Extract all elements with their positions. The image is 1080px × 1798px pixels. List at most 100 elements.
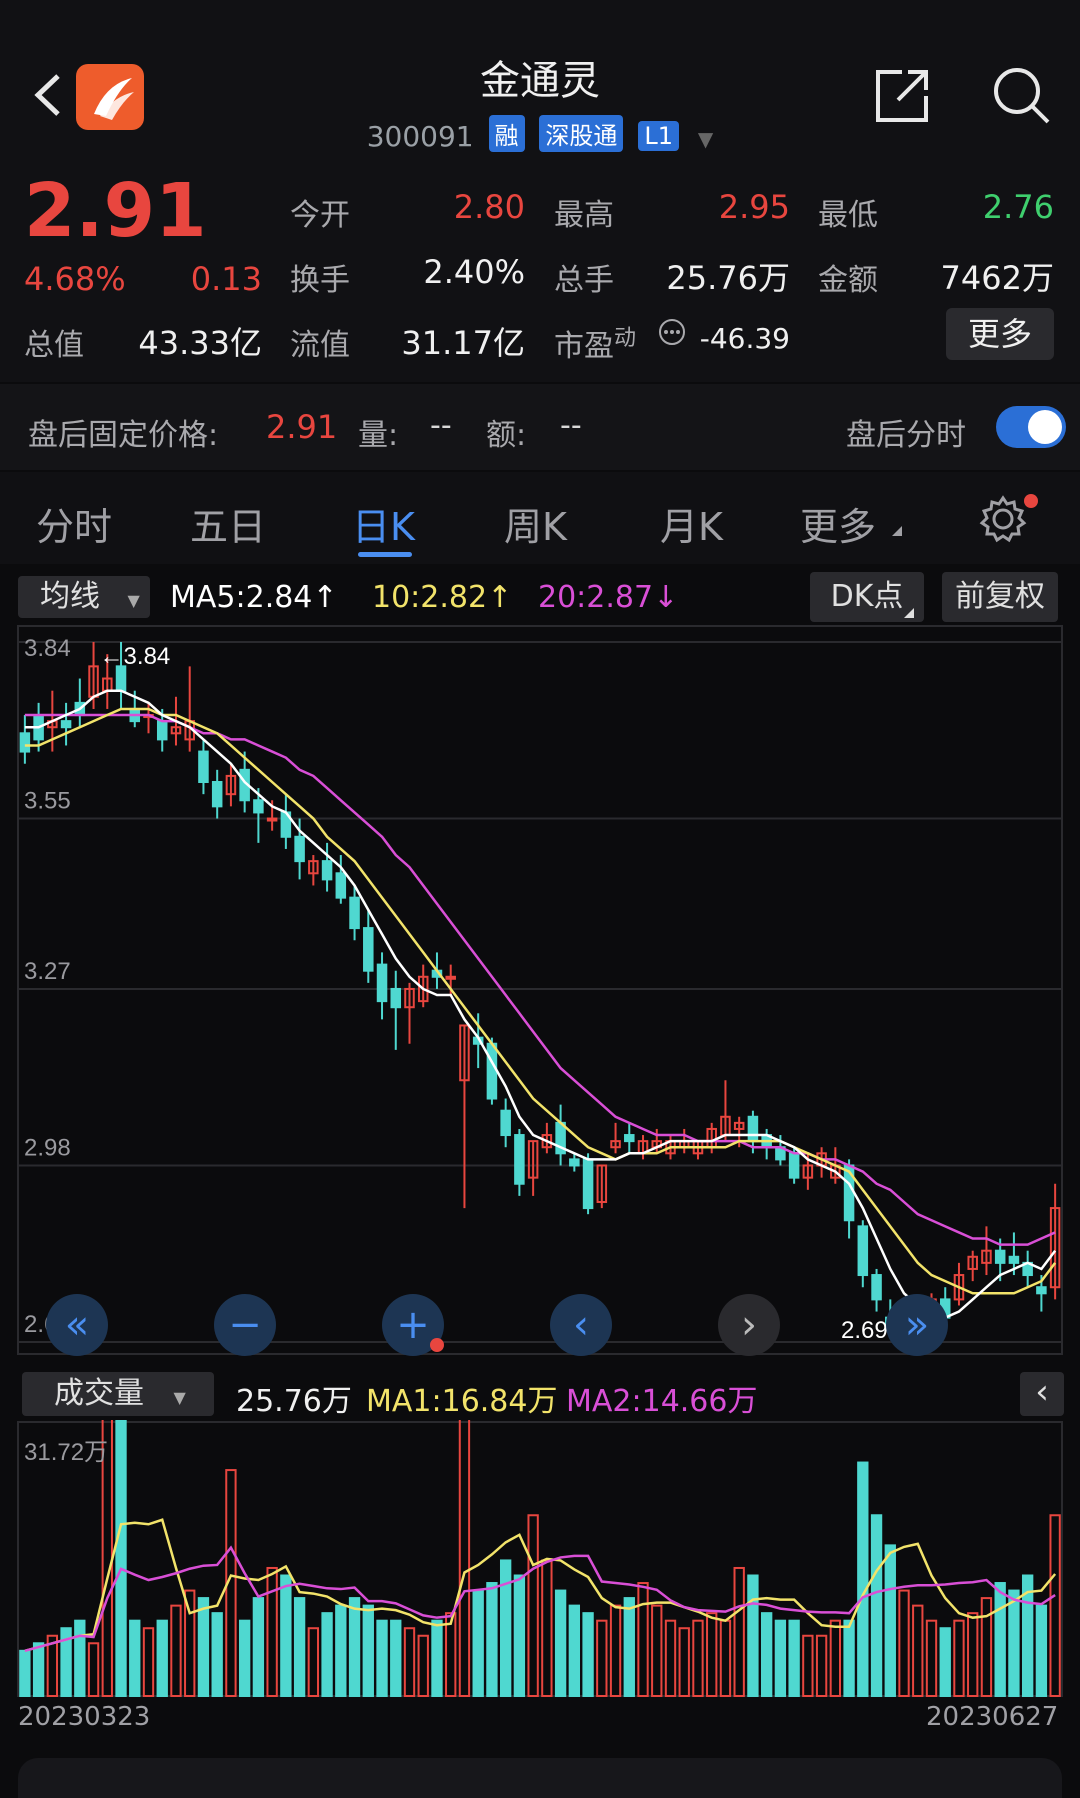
volume-ma1: MA1:16.84万 [366, 1384, 558, 1419]
volume-bar [760, 1612, 773, 1698]
max-price-marker: ←3.84 [100, 643, 171, 670]
volume-select-label: 成交量 [54, 1376, 144, 1411]
volume-bar [197, 1597, 210, 1697]
after-hours-vol-label: 量: [358, 418, 399, 453]
volume-bar [747, 1574, 759, 1697]
volume-bar [912, 1604, 924, 1698]
candle-body [156, 720, 168, 741]
volume-bar [994, 1582, 1006, 1697]
candle-body [624, 1134, 635, 1143]
ma5-line [24, 689, 1057, 1319]
volume-bar [870, 1514, 883, 1697]
tab-more[interactable]: 更多 [800, 496, 876, 551]
candle-body [321, 860, 333, 881]
candle-body [390, 987, 402, 1009]
volume-bar [142, 1627, 155, 1697]
caret-down-icon[interactable]: ▼ [698, 127, 713, 151]
volume-bar [252, 1597, 265, 1697]
candle-body [514, 1134, 525, 1185]
volume-bar [499, 1559, 512, 1697]
adjust-button[interactable]: 前复权 [942, 572, 1058, 622]
more-button[interactable]: 更多 [946, 308, 1054, 360]
volume-bar [953, 1619, 965, 1697]
after-hours-toggle[interactable] [996, 406, 1066, 448]
volume-bar [843, 1619, 855, 1697]
volume-bar [967, 1612, 979, 1698]
candle-body [376, 963, 388, 1003]
volume-bar [939, 1627, 951, 1697]
change-amount: 0.13 [190, 260, 262, 298]
volume-bar [32, 1642, 45, 1697]
ma-select[interactable]: 均线 ▼ [18, 576, 150, 618]
float-value: 31.17亿 [401, 324, 525, 362]
scroll-far-right-button[interactable]: » [886, 1294, 948, 1356]
candle-body [253, 799, 264, 814]
volume-bar [527, 1514, 539, 1697]
volume-select[interactable]: 成交量 ▼ [22, 1372, 214, 1416]
tab-more-corner-icon [892, 526, 902, 536]
price-tick-label: 3.27 [24, 958, 71, 985]
low-value: 2.76 [982, 188, 1054, 226]
volume-bar [390, 1619, 402, 1697]
candle-body [266, 817, 278, 822]
volume-bar [87, 1642, 100, 1697]
volume-bar [568, 1604, 581, 1698]
scroll-right-button[interactable]: › [718, 1294, 780, 1356]
candle-body [1008, 1255, 1020, 1264]
tab-daily-k[interactable]: 日K [352, 496, 415, 551]
candle-body [747, 1115, 759, 1143]
volume-bar [898, 1589, 910, 1697]
volume-bar [857, 1461, 869, 1698]
volume-bar [925, 1619, 938, 1697]
tab-intraday[interactable]: 分时 [36, 496, 112, 551]
info-dots-icon[interactable] [658, 318, 686, 346]
collapse-panel-button[interactable]: ‹ [1020, 1372, 1064, 1416]
zoom-out-button[interactable]: − [214, 1294, 276, 1356]
share-icon[interactable] [872, 66, 932, 126]
volume-bar [170, 1604, 182, 1698]
settings-gear-icon[interactable] [978, 494, 1028, 544]
dk-corner-icon [904, 608, 914, 618]
volume-bar [293, 1597, 306, 1697]
bottom-sheet-edge [18, 1758, 1062, 1798]
pe-sup: 动 [614, 326, 637, 351]
candle-body [294, 835, 305, 863]
volume-bar [321, 1612, 333, 1698]
tab-weekly-k[interactable]: 周K [504, 496, 567, 551]
after-hours-amt-label: 额: [486, 418, 527, 453]
volume-bar [609, 1604, 622, 1698]
after-hours-toggle-label: 盘后分时 [846, 418, 966, 453]
volume-bar [335, 1604, 347, 1698]
after-hours-amt: -- [560, 408, 582, 443]
high-value: 2.95 [718, 188, 790, 226]
volume-bar [815, 1634, 828, 1697]
candle-body [1036, 1286, 1047, 1295]
volume-bar [458, 1420, 471, 1698]
volume-bar [664, 1619, 677, 1697]
candle-body [363, 927, 374, 972]
volume-bar [74, 1619, 86, 1697]
volume-bar [541, 1559, 553, 1697]
volume-bar [678, 1627, 690, 1697]
scroll-left-button[interactable]: ‹ [550, 1294, 612, 1356]
volume-bar [431, 1619, 443, 1697]
volume-value: 25.76万 [666, 259, 790, 297]
ma20-legend: 20:2.87↓ [538, 580, 679, 615]
volume-bar [1008, 1589, 1020, 1697]
volume-bar [280, 1574, 292, 1697]
volume-bar [788, 1619, 800, 1697]
tab-five-day[interactable]: 五日 [190, 496, 266, 551]
volume-bar [348, 1597, 361, 1697]
search-icon[interactable] [990, 64, 1052, 126]
candle-body [582, 1158, 594, 1210]
volume-bar [623, 1597, 635, 1697]
float-label: 流值 [290, 328, 350, 363]
amount-label: 金额 [818, 263, 878, 298]
tab-monthly-k[interactable]: 月K [660, 496, 723, 551]
active-tab-indicator [358, 552, 412, 557]
scroll-far-left-button[interactable]: « [46, 1294, 108, 1356]
candle-body [198, 750, 209, 783]
after-hours-label: 盘后固定价格: [28, 418, 219, 453]
volume-bar [829, 1619, 842, 1697]
pe-label: 市盈动 [554, 320, 636, 365]
